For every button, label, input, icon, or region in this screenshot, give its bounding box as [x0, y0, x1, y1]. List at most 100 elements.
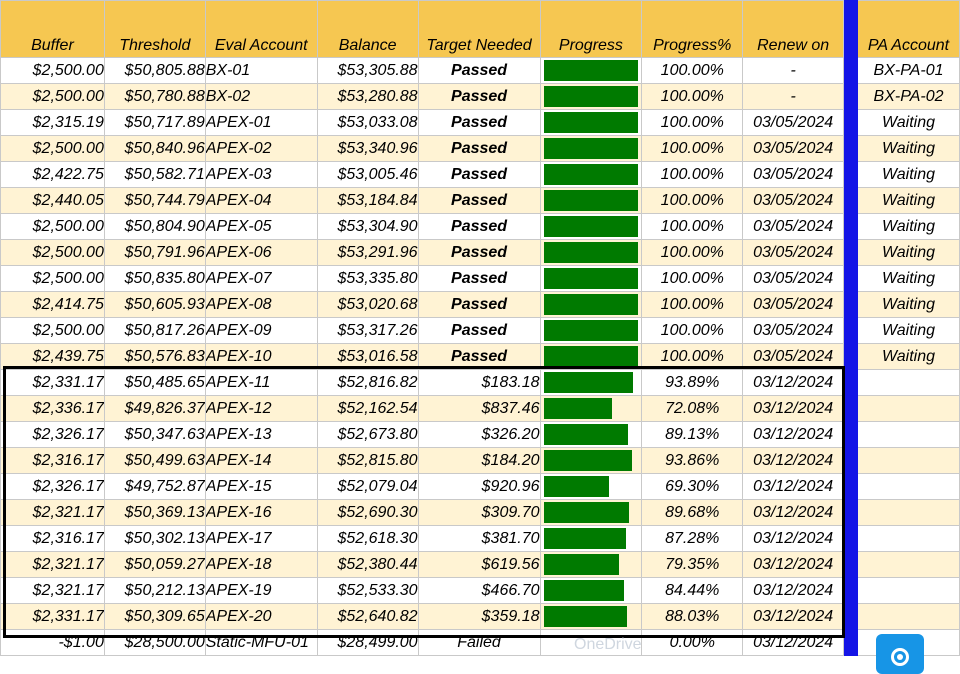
cell-renew-on[interactable]: 03/05/2024	[742, 213, 845, 240]
cell-buffer[interactable]: $2,326.17	[0, 473, 105, 500]
cell-eval-account[interactable]: APEX-08	[204, 291, 318, 318]
cell-pa-account[interactable]: Waiting	[857, 161, 960, 188]
cell-balance[interactable]: $53,016.58	[316, 343, 419, 370]
cell-target-needed[interactable]: Passed	[417, 135, 541, 162]
cell-progress[interactable]	[539, 213, 643, 240]
cell-progress-pct[interactable]: 100.00%	[641, 213, 744, 240]
cell-buffer[interactable]: $2,326.17	[0, 421, 105, 448]
cell-renew-on[interactable]: 03/05/2024	[742, 187, 845, 214]
cell-target-needed[interactable]: $326.20	[417, 421, 541, 448]
cell-buffer[interactable]: $2,321.17	[0, 551, 105, 578]
cell-threshold[interactable]: $50,485.65	[103, 369, 206, 396]
cell-threshold[interactable]: $50,804.90	[103, 213, 206, 240]
cell-progress[interactable]	[539, 187, 643, 214]
cell-buffer[interactable]: $2,500.00	[0, 83, 105, 110]
header-target-needed[interactable]: Target Needed	[417, 0, 541, 58]
cell-pa-account[interactable]	[857, 603, 960, 630]
cell-buffer[interactable]: $2,500.00	[0, 213, 105, 240]
cell-target-needed[interactable]: Passed	[417, 57, 541, 84]
cell-eval-account[interactable]: BX-01	[204, 57, 318, 84]
cell-renew-on[interactable]: 03/05/2024	[742, 161, 845, 188]
cell-eval-account[interactable]: BX-02	[204, 83, 318, 110]
cell-eval-account[interactable]: Static-MFU-01	[204, 629, 318, 656]
cell-renew-on[interactable]: 03/05/2024	[742, 135, 845, 162]
cell-renew-on[interactable]: 03/05/2024	[742, 109, 845, 136]
cell-eval-account[interactable]: APEX-02	[204, 135, 318, 162]
cell-progress-pct[interactable]: 100.00%	[641, 135, 744, 162]
cell-balance[interactable]: $28,499.00	[316, 629, 419, 656]
cell-threshold[interactable]: $50,499.63	[103, 447, 206, 474]
cell-pa-account[interactable]: Waiting	[857, 291, 960, 318]
cell-progress[interactable]	[539, 109, 643, 136]
cell-pa-account[interactable]: Waiting	[857, 187, 960, 214]
header-pa-account[interactable]: PA Account	[857, 0, 960, 58]
cell-threshold[interactable]: $50,605.93	[103, 291, 206, 318]
cell-buffer[interactable]: $2,440.05	[0, 187, 105, 214]
cell-balance[interactable]: $52,618.30	[316, 525, 419, 552]
cell-buffer[interactable]: $2,321.17	[0, 577, 105, 604]
cell-balance[interactable]: $53,033.08	[316, 109, 419, 136]
cell-progress-pct[interactable]: 89.13%	[641, 421, 744, 448]
cell-target-needed[interactable]: Passed	[417, 109, 541, 136]
cell-balance[interactable]: $53,005.46	[316, 161, 419, 188]
cell-pa-account[interactable]: Waiting	[857, 239, 960, 266]
cell-eval-account[interactable]: APEX-19	[204, 577, 318, 604]
floating-action-button[interactable]	[876, 634, 924, 674]
cell-threshold[interactable]: $50,805.88	[103, 57, 206, 84]
cell-eval-account[interactable]: APEX-07	[204, 265, 318, 292]
cell-buffer[interactable]: $2,500.00	[0, 239, 105, 266]
cell-progress[interactable]	[539, 551, 643, 578]
cell-target-needed[interactable]: $381.70	[417, 525, 541, 552]
cell-pa-account[interactable]	[857, 551, 960, 578]
cell-pa-account[interactable]	[857, 499, 960, 526]
cell-progress-pct[interactable]: 87.28%	[641, 525, 744, 552]
cell-balance[interactable]: $53,335.80	[316, 265, 419, 292]
cell-pa-account[interactable]	[857, 395, 960, 422]
cell-progress-pct[interactable]: 100.00%	[641, 291, 744, 318]
cell-eval-account[interactable]: APEX-16	[204, 499, 318, 526]
cell-balance[interactable]: $53,184.84	[316, 187, 419, 214]
cell-renew-on[interactable]: 03/12/2024	[742, 447, 845, 474]
cell-renew-on[interactable]: 03/12/2024	[742, 395, 845, 422]
cell-progress-pct[interactable]: 100.00%	[641, 265, 744, 292]
cell-eval-account[interactable]: APEX-18	[204, 551, 318, 578]
cell-progress[interactable]	[539, 265, 643, 292]
cell-renew-on[interactable]: -	[742, 83, 845, 110]
cell-target-needed[interactable]: Passed	[417, 83, 541, 110]
cell-threshold[interactable]: $28,500.00	[103, 629, 206, 656]
cell-pa-account[interactable]: Waiting	[857, 135, 960, 162]
cell-renew-on[interactable]: 03/05/2024	[742, 291, 845, 318]
cell-progress[interactable]	[539, 291, 643, 318]
cell-renew-on[interactable]: 03/05/2024	[742, 343, 845, 370]
cell-pa-account[interactable]	[857, 421, 960, 448]
cell-pa-account[interactable]: Waiting	[857, 343, 960, 370]
cell-target-needed[interactable]: $837.46	[417, 395, 541, 422]
cell-progress[interactable]	[539, 317, 643, 344]
cell-balance[interactable]: $52,380.44	[316, 551, 419, 578]
cell-balance[interactable]: $52,673.80	[316, 421, 419, 448]
cell-progress-pct[interactable]: 100.00%	[641, 317, 744, 344]
cell-threshold[interactable]: $50,347.63	[103, 421, 206, 448]
cell-eval-account[interactable]: APEX-03	[204, 161, 318, 188]
cell-progress-pct[interactable]: 100.00%	[641, 161, 744, 188]
cell-renew-on[interactable]: 03/05/2024	[742, 239, 845, 266]
cell-buffer[interactable]: $2,500.00	[0, 317, 105, 344]
cell-progress[interactable]	[539, 395, 643, 422]
cell-balance[interactable]: $52,162.54	[316, 395, 419, 422]
cell-threshold[interactable]: $50,309.65	[103, 603, 206, 630]
cell-threshold[interactable]: $50,369.13	[103, 499, 206, 526]
cell-pa-account[interactable]: Waiting	[857, 265, 960, 292]
header-buffer[interactable]: Buffer	[0, 0, 105, 58]
cell-progress-pct[interactable]: 89.68%	[641, 499, 744, 526]
cell-threshold[interactable]: $50,717.89	[103, 109, 206, 136]
cell-threshold[interactable]: $49,826.37	[103, 395, 206, 422]
cell-progress-pct[interactable]: 88.03%	[641, 603, 744, 630]
cell-target-needed[interactable]: $920.96	[417, 473, 541, 500]
cell-buffer[interactable]: $2,316.17	[0, 525, 105, 552]
cell-balance[interactable]: $53,020.68	[316, 291, 419, 318]
cell-progress[interactable]	[539, 83, 643, 110]
cell-eval-account[interactable]: APEX-04	[204, 187, 318, 214]
cell-threshold[interactable]: $50,576.83	[103, 343, 206, 370]
cell-buffer[interactable]: $2,321.17	[0, 499, 105, 526]
cell-target-needed[interactable]: $309.70	[417, 499, 541, 526]
